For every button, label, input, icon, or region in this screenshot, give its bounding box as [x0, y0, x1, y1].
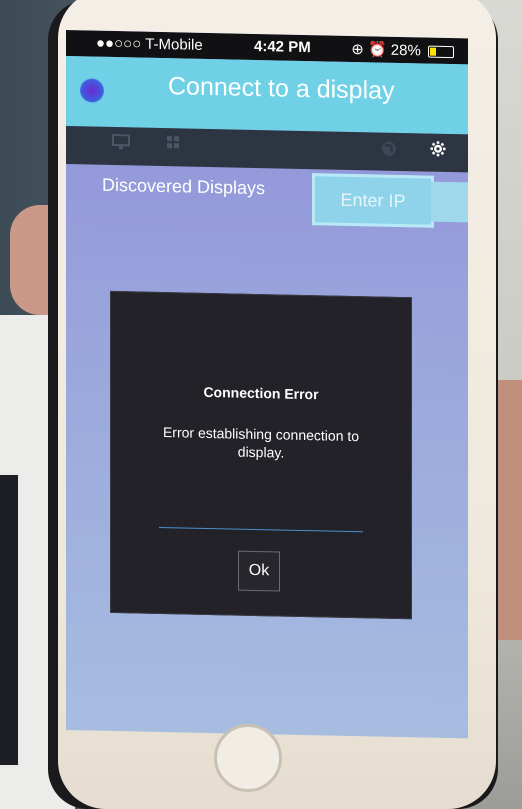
dialog-divider — [159, 526, 363, 533]
ok-button[interactable]: Ok — [238, 550, 280, 592]
tab-discovered-displays[interactable]: Discovered Displays — [102, 175, 265, 199]
grid-icon[interactable] — [166, 135, 180, 153]
display-icon[interactable] — [112, 133, 130, 154]
page-title: Connect to a display — [168, 72, 395, 105]
app-logo-icon[interactable] — [80, 78, 104, 103]
dialog-message: Error establishing connection to display… — [162, 424, 360, 461]
tab-bar: Discovered Displays Enter IP — [66, 164, 468, 232]
tab-bar-filler — [431, 181, 468, 223]
battery-fill — [430, 47, 436, 56]
rotation-lock-icon: ⊕ — [351, 40, 364, 59]
dialog-title: Connection Error — [203, 383, 319, 403]
app-header: Connect to a display — [66, 56, 468, 135]
alarm-icon: ⏰ — [367, 41, 387, 59]
tab-enter-ip[interactable]: Enter IP — [312, 173, 434, 228]
battery-percent: 28% — [390, 41, 421, 60]
status-right-group: ⊕ ⏰ 28% — [351, 40, 454, 60]
carrier-label: ●●○○○ T-Mobile — [96, 34, 203, 54]
battery-icon — [428, 45, 454, 59]
clock: 4:42 PM — [254, 37, 311, 57]
globe-icon[interactable] — [380, 140, 398, 162]
background-monitor-screen — [0, 475, 18, 765]
home-button[interactable] — [214, 724, 282, 792]
gear-icon[interactable] — [430, 141, 446, 161]
connection-error-dialog: Connection Error Error establishing conn… — [110, 290, 412, 620]
phone-screen: ●●○○○ T-Mobile 4:42 PM ⊕ ⏰ 28% Connect t… — [66, 30, 468, 739]
